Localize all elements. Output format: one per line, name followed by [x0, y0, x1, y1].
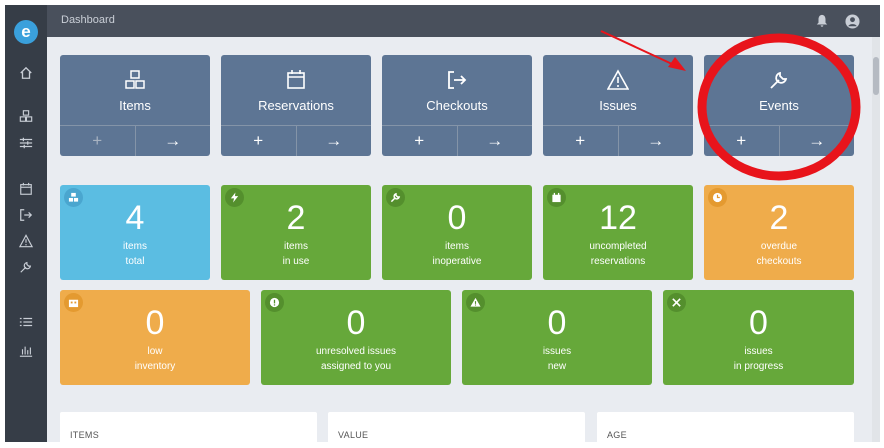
panel-title: ITEMS [70, 430, 100, 440]
stat-sublabel: in use [282, 256, 310, 267]
calendar-icon [20, 182, 32, 195]
stat-low-inventory[interactable]: 0 low inventory [60, 290, 250, 385]
sidebar-item-items[interactable] [5, 106, 47, 126]
tile-label: Events [759, 98, 799, 113]
list-icon [19, 317, 33, 327]
stat-label: items [123, 241, 147, 252]
top-bar: Dashboard [47, 5, 880, 37]
app-logo[interactable]: e [14, 20, 38, 44]
stat-uncompleted-reservations[interactable]: 12 uncompleted reservations [543, 185, 693, 280]
stat-overdue-checkouts[interactable]: 2 overdue checkouts [704, 185, 854, 280]
panel-title: AGE [607, 430, 627, 440]
stat-items-in-use[interactable]: 2 items in use [221, 185, 371, 280]
tile-label: Reservations [258, 98, 334, 113]
stat-value: 4 [125, 199, 145, 237]
stat-value: 0 [547, 304, 567, 342]
stat-issues-in-progress[interactable]: 0 issues in progress [663, 290, 854, 385]
user-icon [844, 13, 860, 29]
tile-checkouts[interactable]: Checkouts + → [382, 55, 532, 156]
tile-items[interactable]: Items + → [60, 55, 210, 156]
stat-value: 0 [346, 304, 366, 342]
stat-value: 2 [286, 199, 306, 237]
stat-label: items [284, 241, 308, 252]
view-items-button[interactable]: → [134, 126, 211, 156]
stat-sublabel: checkouts [756, 256, 802, 267]
add-checkout-button[interactable]: + [382, 126, 457, 156]
tile-reservations[interactable]: Reservations + → [221, 55, 371, 156]
bell-icon [816, 14, 828, 27]
tile-label: Issues [599, 98, 637, 113]
add-item-button[interactable]: + [60, 126, 135, 156]
chart-icon [19, 346, 33, 357]
stat-items-total[interactable]: 4 items total [60, 185, 210, 280]
stat-sublabel: total [125, 256, 145, 267]
app-window: e Dashboard Items + → Reservations + → C… [5, 5, 880, 442]
stat-label: unresolved issues [315, 346, 397, 357]
home-icon [20, 66, 32, 79]
page-title: Dashboard [61, 14, 115, 26]
warning-icon [607, 69, 629, 90]
stat-sublabel: in progress [733, 361, 784, 372]
calendar-icon [287, 70, 305, 89]
view-reservations-button[interactable]: → [295, 126, 372, 156]
add-event-button[interactable]: + [704, 126, 779, 156]
sidebar-item-issues[interactable] [5, 231, 47, 251]
stat-sublabel: inoperative [432, 256, 482, 267]
sidebar-item-reservations[interactable] [5, 179, 47, 199]
wrench-icon [20, 261, 32, 273]
view-checkouts-button[interactable]: → [456, 126, 533, 156]
stat-sublabel: new [547, 361, 567, 372]
stat-value: 2 [769, 199, 789, 237]
stat-sublabel: reservations [590, 256, 646, 267]
panel-value: VALUE [328, 412, 585, 442]
warning-icon [19, 234, 33, 248]
sidebar-item-events[interactable] [5, 257, 47, 277]
sidebar-item-settings[interactable] [5, 133, 47, 153]
sidebar-item-checkouts[interactable] [5, 205, 47, 225]
tile-issues[interactable]: Issues + → [543, 55, 693, 156]
panel-age: AGE [597, 412, 854, 442]
stat-value: 0 [145, 304, 165, 342]
stat-label: overdue [760, 241, 798, 252]
stat-label: items [445, 241, 469, 252]
sidebar-item-home[interactable] [5, 63, 47, 83]
add-reservation-button[interactable]: + [221, 126, 296, 156]
user-menu-button[interactable] [844, 13, 860, 29]
wrench-icon [770, 71, 788, 89]
sidebar: e [5, 5, 47, 442]
stat-value: 12 [599, 199, 637, 237]
checkout-icon [20, 209, 33, 221]
stat-sublabel: inventory [134, 361, 176, 372]
add-issue-button[interactable]: + [543, 126, 618, 156]
stat-value: 0 [749, 304, 768, 342]
sidebar-item-reports[interactable] [5, 341, 47, 361]
page-scrollbar[interactable] [872, 37, 880, 442]
checkout-icon [448, 71, 467, 89]
view-events-button[interactable]: → [778, 126, 855, 156]
cubes-icon [19, 110, 33, 122]
sliders-icon [19, 137, 33, 149]
stat-label: issues [744, 346, 773, 357]
panel-title: VALUE [338, 430, 369, 440]
stat-sublabel: assigned to you [320, 361, 392, 372]
stat-items-inoperative[interactable]: 0 items inoperative [382, 185, 532, 280]
stat-issues-new[interactable]: 0 issues new [462, 290, 652, 385]
view-issues-button[interactable]: → [617, 126, 694, 156]
stat-unresolved-issues[interactable]: 0 unresolved issues assigned to you [261, 290, 451, 385]
tile-events[interactable]: Events + → [704, 55, 854, 156]
sidebar-item-list[interactable] [5, 312, 47, 332]
stat-value: 0 [447, 199, 467, 237]
scrollbar-thumb[interactable] [873, 57, 879, 95]
tile-label: Checkouts [426, 98, 488, 113]
stat-label: uncompleted [589, 241, 647, 252]
stat-label: low [147, 346, 163, 357]
tile-label: Items [119, 98, 151, 113]
notifications-button[interactable] [814, 13, 830, 29]
panel-items: ITEMS [60, 412, 317, 442]
cubes-icon [125, 70, 145, 89]
stat-label: issues [542, 346, 572, 357]
